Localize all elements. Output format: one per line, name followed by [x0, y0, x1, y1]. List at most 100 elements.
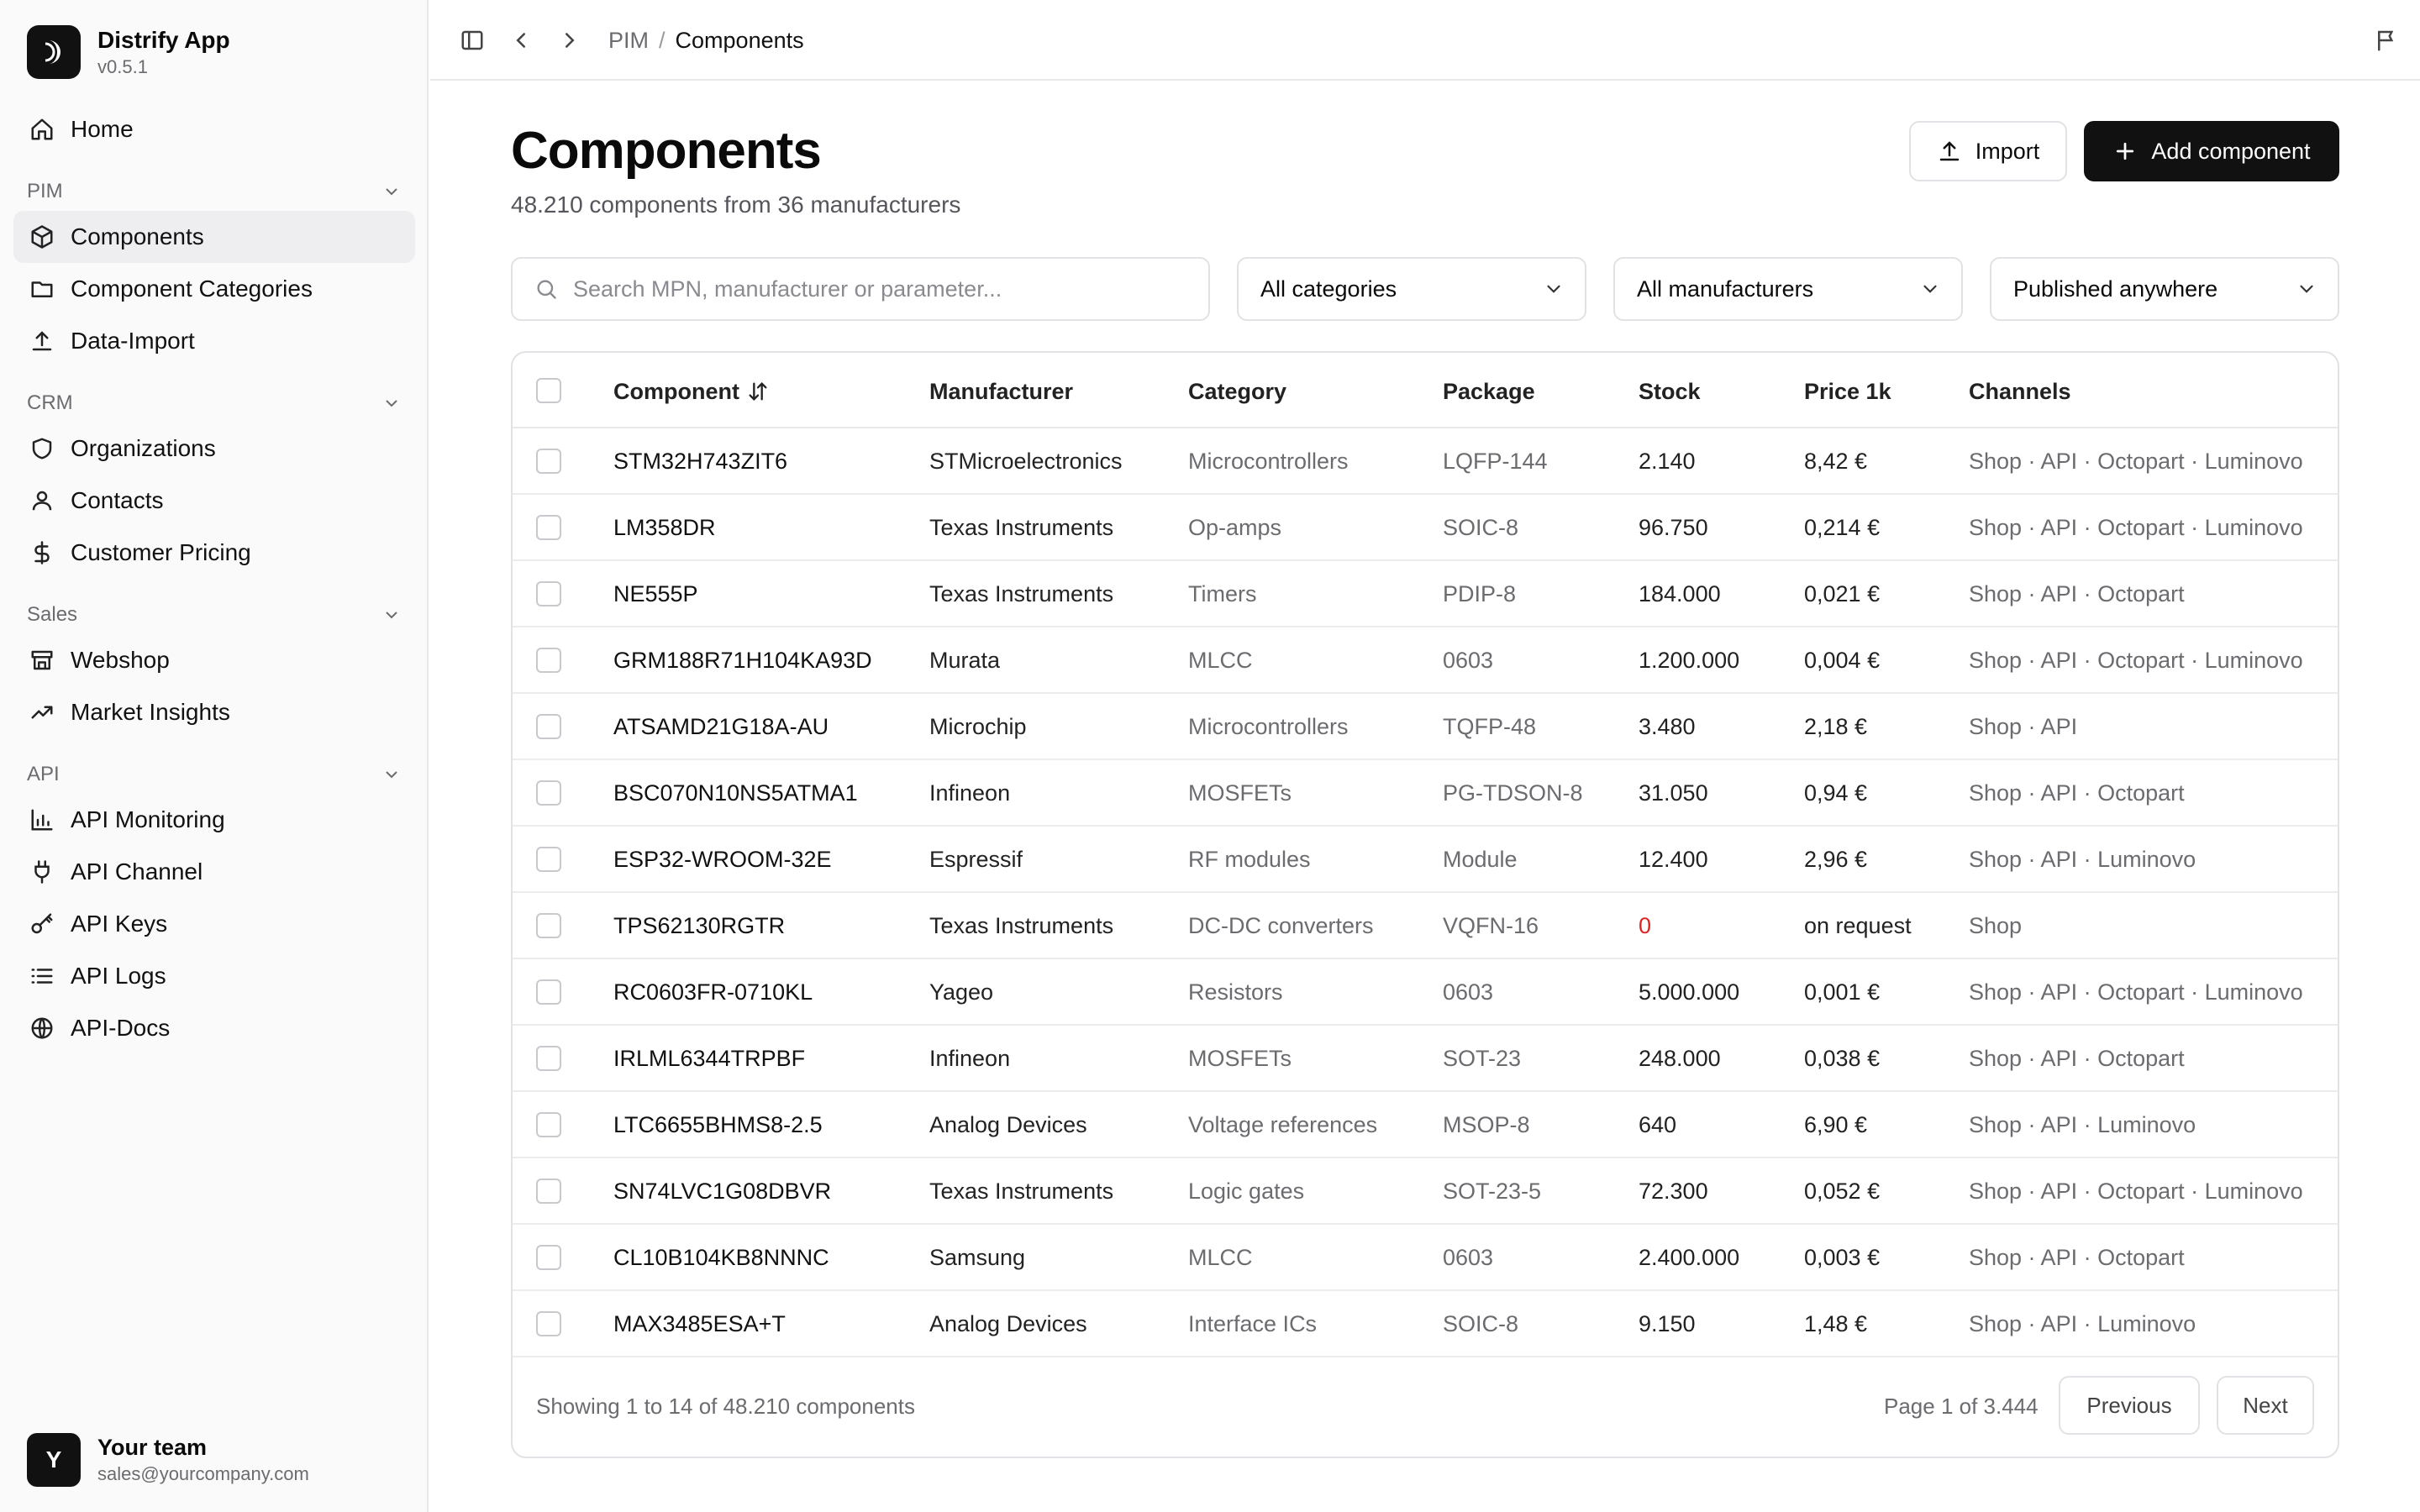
- sidebar-item-api-monitoring[interactable]: API Monitoring: [13, 794, 415, 846]
- breadcrumb-pim[interactable]: PIM: [608, 25, 649, 55]
- cell-component[interactable]: NE555P: [613, 578, 698, 610]
- sidebar-item-component-categories[interactable]: Component Categories: [13, 263, 415, 315]
- sort-arrows-icon[interactable]: [746, 380, 770, 403]
- table-row[interactable]: TPS62130RGTR Texas Instruments DC-DC conve…: [513, 893, 2338, 959]
- chevron-right-icon[interactable]: [555, 25, 585, 55]
- row-checkbox[interactable]: [536, 515, 561, 540]
- column-header-price[interactable]: Price 1k: [1804, 376, 1891, 407]
- flag-icon[interactable]: [2371, 25, 2402, 55]
- manufacturer-select[interactable]: All manufacturers: [1613, 257, 1963, 321]
- row-checkbox[interactable]: [536, 449, 561, 474]
- panel-left-icon[interactable]: [457, 25, 487, 55]
- sidebar-item-api-keys[interactable]: API Keys: [13, 898, 415, 950]
- row-checkbox[interactable]: [536, 847, 561, 872]
- table-row[interactable]: RC0603FR-0710KL Yageo Resistors 0603 5.000.0…: [513, 959, 2338, 1026]
- table-row[interactable]: SN74LVC1G08DBVR Texas Instruments Logic ga…: [513, 1158, 2338, 1225]
- sidebar-item-home[interactable]: Home: [13, 103, 415, 155]
- sidebar-item-label: API Channel: [71, 858, 203, 885]
- category-select[interactable]: All categories: [1237, 257, 1586, 321]
- sidebar-item-contacts[interactable]: Contacts: [13, 475, 415, 527]
- add-component-button[interactable]: Add component: [2084, 121, 2339, 181]
- sidebar-item-customer-pricing[interactable]: Customer Pricing: [13, 527, 415, 579]
- sidebar-item-data-import[interactable]: Data-Import: [13, 315, 415, 367]
- column-header-channels[interactable]: Channels: [1969, 376, 2071, 407]
- table-row[interactable]: CL10B104KB8NNNC Samsung MLCC 0603 2.400.000 0…: [513, 1225, 2338, 1291]
- import-button[interactable]: Import: [1909, 121, 2067, 181]
- sidebar-item-api-channel[interactable]: API Channel: [13, 846, 415, 898]
- sidebar-item-webshop[interactable]: Webshop: [13, 634, 415, 686]
- row-checkbox[interactable]: [536, 780, 561, 806]
- table-row[interactable]: LM358DR Texas Instruments Op-amps SOIC-8 96.…: [513, 495, 2338, 561]
- row-checkbox[interactable]: [536, 1311, 561, 1336]
- column-header-stock[interactable]: Stock: [1639, 376, 1701, 407]
- cell-component[interactable]: RC0603FR-0710KL: [613, 976, 813, 1008]
- cell-price: 0,038 €: [1804, 1046, 1881, 1071]
- row-checkbox[interactable]: [536, 714, 561, 739]
- cell-component[interactable]: ESP32-WROOM-32E: [613, 843, 832, 875]
- cell-stock: 5.000.000: [1639, 979, 1740, 1005]
- table-row[interactable]: NE555P Texas Instruments Timers PDIP-8 184.0…: [513, 561, 2338, 627]
- sidebar-section-crm[interactable]: CRM: [27, 386, 402, 420]
- cell-component[interactable]: CL10B104KB8NNNC: [613, 1242, 829, 1273]
- sidebar-section-api[interactable]: API: [27, 758, 402, 791]
- chevron-left-icon[interactable]: [506, 25, 536, 55]
- cell-component[interactable]: IRLML6344TRPBF: [613, 1042, 805, 1074]
- previous-button[interactable]: Previous: [2059, 1376, 2200, 1435]
- table-row[interactable]: GRM188R71H104KA93D Murata MLCC 0603 1.200.00…: [513, 627, 2338, 694]
- user-menu[interactable]: Y Your team sales@yourcompany.com: [27, 1433, 309, 1487]
- row-checkbox[interactable]: [536, 1046, 561, 1071]
- cell-manufacturer: STMicroelectronics: [929, 449, 1123, 474]
- table-row[interactable]: STM32H743ZIT6 STMicroelectronics Microcont…: [513, 428, 2338, 495]
- sidebar-item-market-insights[interactable]: Market Insights: [13, 686, 415, 738]
- cell-package: TQFP-48: [1443, 714, 1537, 739]
- column-header-package[interactable]: Package: [1443, 376, 1535, 407]
- row-checkbox[interactable]: [536, 648, 561, 673]
- cell-component[interactable]: LM358DR: [613, 512, 716, 543]
- column-header-category[interactable]: Category: [1188, 376, 1286, 407]
- table-row[interactable]: LTC6655BHMS8-2.5 Analog Devices Voltage re…: [513, 1092, 2338, 1158]
- sidebar-section-sales[interactable]: Sales: [27, 598, 402, 632]
- plus-icon: [2117, 142, 2134, 160]
- cell-component[interactable]: STM32H743ZIT6: [613, 445, 787, 477]
- cell-category: Timers: [1188, 581, 1257, 606]
- row-checkbox[interactable]: [536, 913, 561, 938]
- cell-component[interactable]: BSC070N10NS5ATMA1: [613, 777, 858, 809]
- cell-price: 8,42 €: [1804, 449, 1868, 474]
- cell-component[interactable]: ATSAMD21G18A-AU: [613, 711, 829, 743]
- column-header-manufacturer[interactable]: Manufacturer: [929, 376, 1073, 407]
- add-component-label: Add component: [2151, 138, 2311, 164]
- row-checkbox[interactable]: [536, 1245, 561, 1270]
- row-checkbox[interactable]: [536, 581, 561, 606]
- next-button[interactable]: Next: [2217, 1376, 2314, 1435]
- chevron-down-icon: [1923, 285, 1937, 293]
- table-row[interactable]: IRLML6344TRPBF Infineon MOSFETs SOT-23 248.0…: [513, 1026, 2338, 1092]
- cell-stock: 2.140: [1639, 449, 1696, 474]
- cell-component[interactable]: TPS62130RGTR: [613, 910, 785, 942]
- row-checkbox[interactable]: [536, 1179, 561, 1204]
- channel-select-value: Published anywhere: [2013, 276, 2218, 302]
- table-row[interactable]: ESP32-WROOM-32E Espressif RF modules Module…: [513, 827, 2338, 893]
- cell-component[interactable]: MAX3485ESA+T: [613, 1308, 786, 1340]
- table-row[interactable]: BSC070N10NS5ATMA1 Infineon MOSFETs PG-TDSON…: [513, 760, 2338, 827]
- sidebar-item-components[interactable]: Components: [13, 211, 415, 263]
- sidebar-item-api-docs[interactable]: API-Docs: [13, 1002, 415, 1054]
- cell-component[interactable]: GRM188R71H104KA93D: [613, 644, 872, 676]
- cell-category: MOSFETs: [1188, 780, 1292, 806]
- sidebar-item-api-logs[interactable]: API Logs: [13, 950, 415, 1002]
- table-row[interactable]: MAX3485ESA+T Analog Devices Interface ICs S…: [513, 1291, 2338, 1357]
- cell-component[interactable]: SN74LVC1G08DBVR: [613, 1175, 831, 1207]
- row-checkbox[interactable]: [536, 1112, 561, 1137]
- column-header-component[interactable]: Component: [613, 376, 770, 407]
- search-input[interactable]: [573, 276, 1195, 302]
- cell-category: Resistors: [1188, 979, 1283, 1005]
- sidebar-item-organizations[interactable]: Organizations: [13, 423, 415, 475]
- row-checkbox[interactable]: [536, 979, 561, 1005]
- sidebar-section-pim[interactable]: PIM: [27, 175, 402, 208]
- app-brand[interactable]: Distrify App v0.5.1: [27, 25, 230, 79]
- cell-component[interactable]: LTC6655BHMS8-2.5: [613, 1109, 823, 1141]
- cell-price: 0,021 €: [1804, 581, 1881, 606]
- table-row[interactable]: ATSAMD21G18A-AU Microchip Microcontrollers…: [513, 694, 2338, 760]
- channel-select[interactable]: Published anywhere: [1990, 257, 2339, 321]
- cell-manufacturer: Texas Instruments: [929, 913, 1114, 938]
- select-all-checkbox[interactable]: [536, 378, 561, 403]
